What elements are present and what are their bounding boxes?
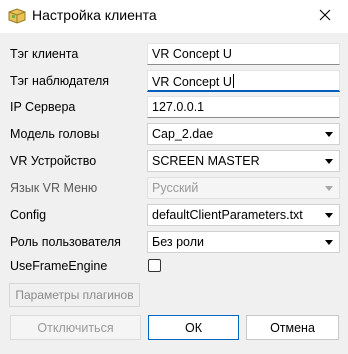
settings-dialog: Настройка клиента Тэг клиента VR Concept…: [0, 0, 348, 354]
dropdown-arrow-icon: [325, 186, 333, 191]
frame-engine-checkbox[interactable]: [148, 259, 161, 272]
observer-tag-input[interactable]: VR Concept U: [147, 70, 340, 92]
frame-engine-label: UseFrameEngine: [10, 259, 108, 273]
config-select[interactable]: defaultClientParameters.txt: [147, 204, 340, 226]
vr-device-row: VR Устройство SCREEN MASTER: [0, 150, 348, 172]
title-bar: Настройка клиента: [0, 0, 348, 33]
dropdown-arrow-icon: [325, 213, 333, 218]
vr-device-label: VR Устройство: [10, 154, 97, 168]
server-ip-input[interactable]: 127.0.0.1: [147, 96, 340, 118]
dropdown-arrow-icon: [325, 132, 333, 137]
config-row: Config defaultClientParameters.txt: [0, 204, 348, 226]
ok-button[interactable]: ОК: [148, 315, 239, 340]
vr-menu-language-label: Язык VR Меню: [10, 181, 98, 195]
app-icon: [8, 8, 26, 24]
observer-tag-row: Тэг наблюдателя VR Concept U: [0, 70, 348, 92]
server-ip-row: IP Сервера 127.0.0.1: [0, 96, 348, 118]
client-tag-input[interactable]: VR Concept U: [147, 43, 340, 65]
server-ip-label: IP Сервера: [10, 100, 76, 114]
vr-menu-language-row: Язык VR Меню Русский: [0, 177, 348, 199]
head-model-select[interactable]: Cap_2.dae: [147, 123, 340, 145]
window-title: Настройка клиента: [32, 7, 157, 23]
dropdown-arrow-icon: [325, 159, 333, 164]
client-tag-row: Тэг клиента VR Concept U: [0, 43, 348, 65]
vr-device-select[interactable]: SCREEN MASTER: [147, 150, 340, 172]
head-model-label: Модель головы: [10, 127, 100, 141]
disconnect-button: Отключиться: [10, 315, 141, 340]
vr-menu-language-select: Русский: [147, 177, 340, 199]
user-role-row: Роль пользователя Без роли: [0, 231, 348, 253]
close-button[interactable]: [302, 0, 348, 33]
plugin-params-button: Параметры плагинов: [9, 283, 140, 307]
text-caret: [232, 74, 234, 88]
close-icon: [319, 9, 331, 24]
frame-engine-row: UseFrameEngine: [0, 257, 348, 279]
dropdown-arrow-icon: [325, 240, 333, 245]
head-model-row: Модель головы Cap_2.dae: [0, 123, 348, 145]
user-role-select[interactable]: Без роли: [147, 231, 340, 253]
observer-tag-label: Тэг наблюдателя: [10, 74, 110, 88]
user-role-label: Роль пользователя: [10, 235, 121, 249]
dialog-content: Тэг клиента VR Concept U Тэг наблюдателя…: [0, 33, 348, 354]
config-label: Config: [10, 208, 47, 222]
client-tag-label: Тэг клиента: [10, 47, 79, 61]
cancel-button[interactable]: Отмена: [246, 315, 339, 340]
